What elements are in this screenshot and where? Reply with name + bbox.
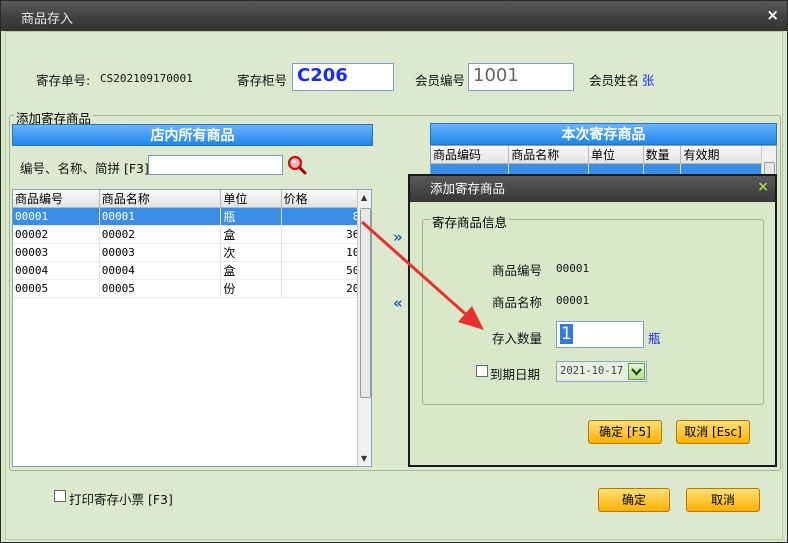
- annotation-arrow: [361, 220, 484, 330]
